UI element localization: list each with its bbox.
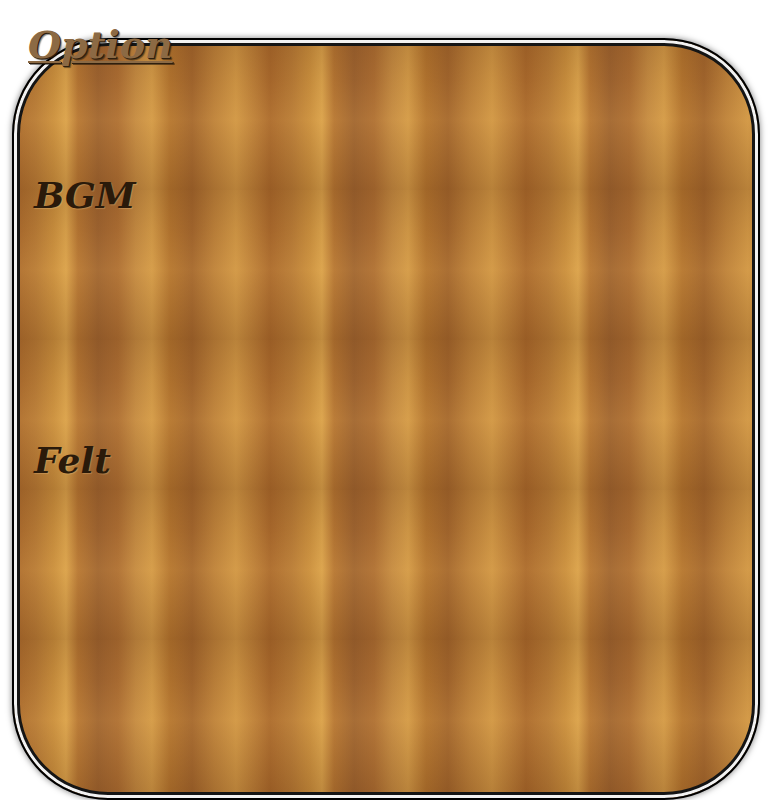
setting-row: BGM — [34, 174, 738, 439]
option-title: Option — [28, 22, 173, 68]
setting-label: BGM — [34, 174, 136, 217]
option-screen: Option BGM Felt — [0, 0, 768, 800]
option-panel: BGM Felt — [12, 38, 760, 800]
setting-row: Felt — [34, 439, 738, 704]
setting-label: Felt — [34, 439, 111, 482]
